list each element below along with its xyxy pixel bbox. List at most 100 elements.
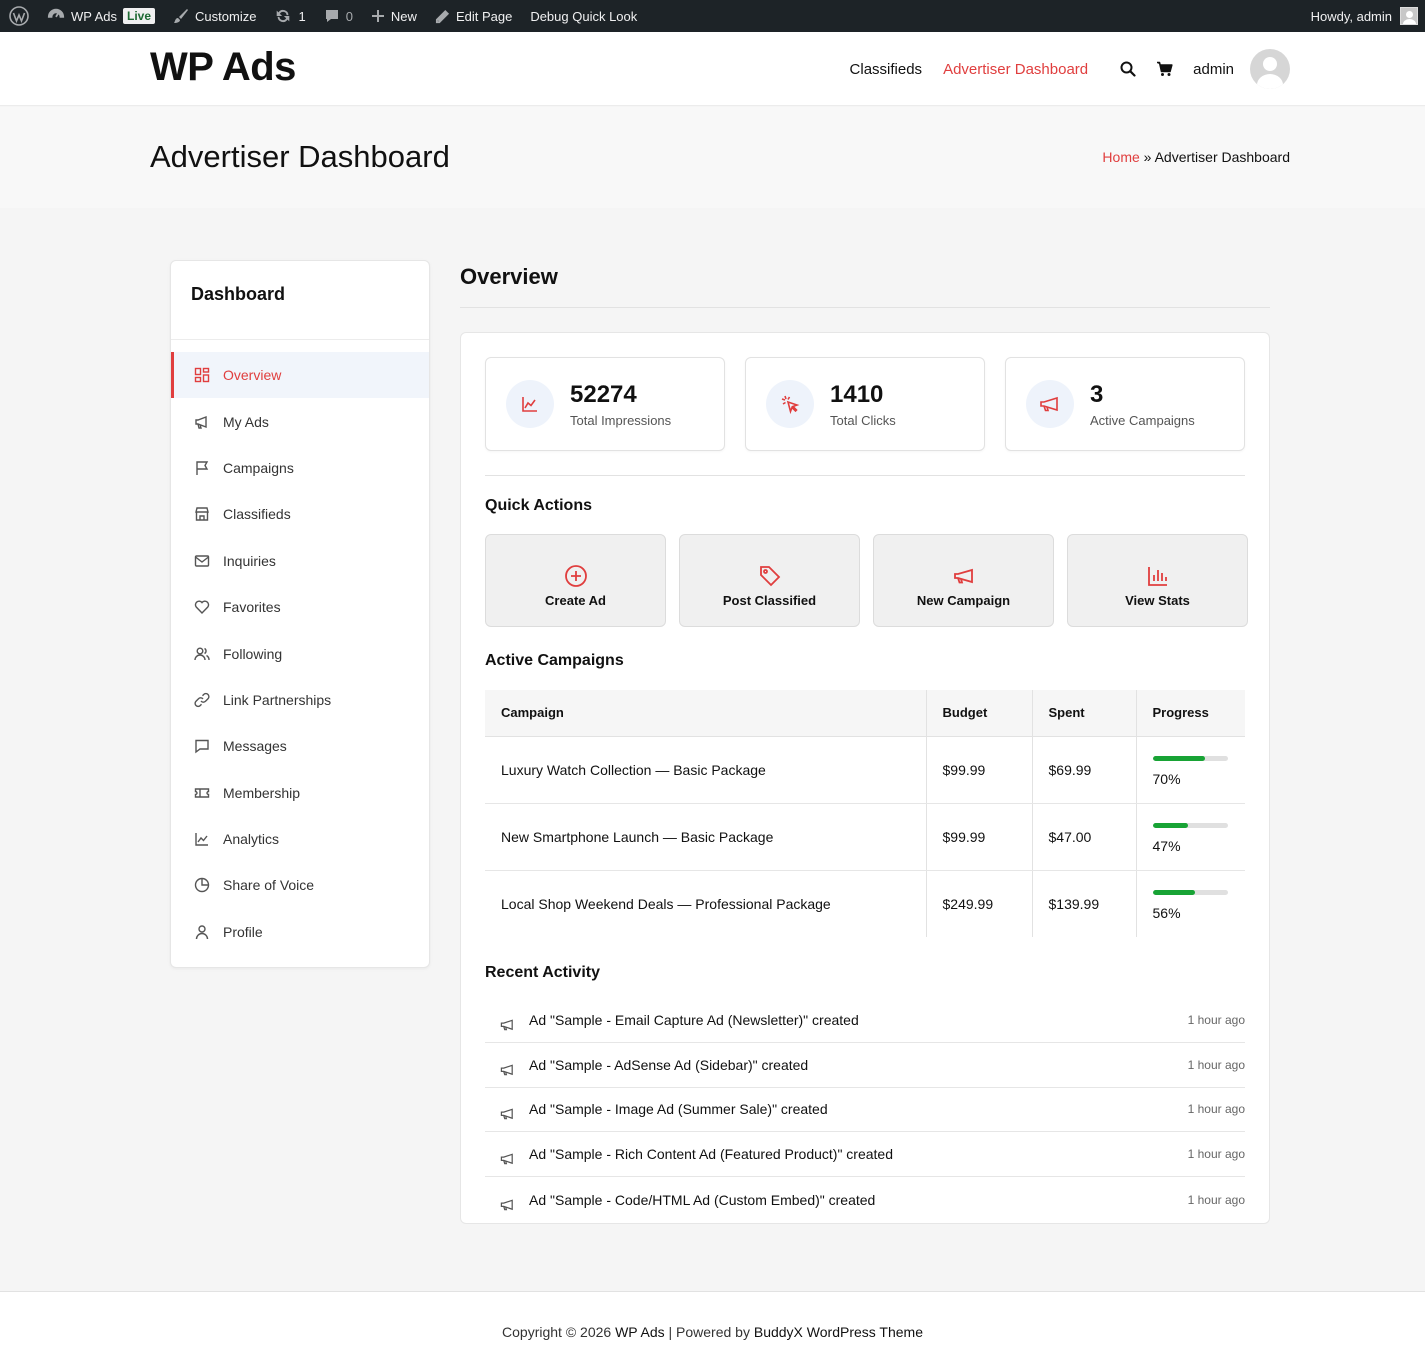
sidebar-item-following[interactable]: Following (171, 630, 429, 676)
edit-page-link[interactable]: Edit Page (426, 0, 521, 32)
activity-text: Ad "Sample - AdSense Ad (Sidebar)" creat… (529, 1056, 809, 1073)
my-account-menu[interactable]: Howdy, admin (1311, 7, 1425, 25)
megaphone-icon (500, 1064, 513, 1075)
site-title[interactable]: WP Ads (150, 45, 296, 90)
sidebar-menu: Overview My Ads Campaigns Classifieds In… (171, 352, 429, 955)
campaign-spent: $69.99 (1032, 736, 1137, 804)
activity-text: Ad "Sample - Email Capture Ad (Newslette… (529, 1011, 859, 1028)
message-icon (195, 740, 209, 754)
campaign-name: Luxury Watch Collection — Basic Package (485, 736, 927, 804)
activity-text: Ad "Sample - Image Ad (Summer Sale)" cre… (529, 1101, 828, 1118)
debug-quick-look-link[interactable]: Debug Quick Look (521, 0, 646, 32)
bar-chart-icon (1147, 566, 1167, 586)
sidebar-item-favorites[interactable]: Favorites (171, 584, 429, 630)
powered-by-text: | Powered by (668, 1324, 750, 1340)
wordpress-logo-icon[interactable] (0, 0, 38, 32)
megaphone-icon (500, 1108, 513, 1120)
site-header: WP Ads Classifieds Advertiser Dashboard … (0, 32, 1425, 106)
campaigns-table: Campaign Budget Spent Progress Luxury Wa… (485, 690, 1245, 937)
breadcrumb: Home » Advertiser Dashboard (1102, 149, 1290, 165)
customize-link[interactable]: Customize (164, 0, 265, 32)
dashboard-sidebar: Dashboard Overview My Ads Campaigns Clas… (170, 260, 430, 968)
column-header-progress[interactable]: Progress (1136, 690, 1245, 737)
sidebar-item-share-of-voice[interactable]: Share of Voice (171, 862, 429, 908)
mail-icon (194, 555, 210, 567)
megaphone-icon (1026, 380, 1074, 428)
sidebar-item-label: Favorites (223, 599, 281, 616)
list-item: Ad "Sample - AdSense Ad (Sidebar)" creat… (485, 1043, 1245, 1088)
sidebar-item-inquiries[interactable]: Inquiries (171, 538, 429, 584)
table-row: New Smartphone Launch — Basic Package $9… (485, 803, 1245, 871)
progress-fill (1152, 890, 1195, 896)
view-stats-button[interactable]: View Stats (1067, 534, 1248, 627)
edit-page-label: Edit Page (455, 8, 513, 24)
megaphone-icon (195, 415, 207, 429)
footer-theme-link[interactable]: BuddyX WordPress Theme (754, 1324, 923, 1340)
nav-classifieds[interactable]: Classifieds (850, 61, 923, 78)
breadcrumb-home-link[interactable]: Home (1102, 149, 1139, 165)
comments-count: 0 (345, 8, 353, 24)
cursor-click-icon (766, 380, 814, 428)
quick-actions-title: Quick Actions (485, 497, 592, 514)
quick-actions: Create Ad Post Classified New Campaign V… (485, 534, 1248, 627)
sidebar-item-membership[interactable]: Membership (171, 770, 429, 816)
page-title-bar: Advertiser Dashboard Home » Advertiser D… (0, 107, 1425, 208)
sidebar-item-classifieds[interactable]: Classifieds (171, 491, 429, 537)
column-header-budget[interactable]: Budget (926, 690, 1033, 737)
updates-link[interactable]: 1 (265, 0, 314, 32)
activity-time: 1 hour ago (1187, 1012, 1245, 1027)
progress-fill (1152, 756, 1205, 761)
link-icon (194, 692, 210, 707)
footer-site-link[interactable]: WP Ads (615, 1324, 665, 1340)
create-ad-button[interactable]: Create Ad (485, 534, 666, 627)
sidebar-item-profile[interactable]: Profile (171, 909, 429, 955)
progress-bar (1152, 823, 1228, 828)
sidebar-item-label: Share of Voice (223, 877, 315, 894)
cart-icon[interactable] (1156, 61, 1173, 77)
sidebar-item-analytics[interactable]: Analytics (171, 816, 429, 862)
sidebar-item-campaigns[interactable]: Campaigns (171, 445, 429, 491)
overview-title: Overview (460, 260, 1270, 308)
sidebar-item-messages[interactable]: Messages (171, 723, 429, 769)
chart-line-icon (506, 380, 554, 428)
campaign-budget: $99.99 (926, 803, 1033, 871)
new-content-link[interactable]: New (362, 0, 426, 32)
overview-panel: 52274 Total Impressions 1410 Total Click… (460, 332, 1270, 1224)
post-classified-button[interactable]: Post Classified (679, 534, 860, 627)
new-campaign-button[interactable]: New Campaign (873, 534, 1054, 627)
stat-value: 3 (1090, 380, 1104, 408)
sidebar-heading: Dashboard (171, 261, 429, 340)
page-title: Advertiser Dashboard (150, 139, 450, 174)
sidebar-item-label: Messages (223, 738, 287, 755)
sidebar-item-overview[interactable]: Overview (171, 352, 429, 399)
column-header-spent[interactable]: Spent (1032, 690, 1137, 737)
flag-icon (196, 461, 209, 475)
sidebar-item-my-ads[interactable]: My Ads (171, 398, 429, 444)
column-header-campaign[interactable]: Campaign (485, 690, 927, 737)
plus-circle-icon (564, 564, 587, 587)
list-item: Ad "Sample - Code/HTML Ad (Custom Embed)… (485, 1177, 1245, 1222)
site-name-menu[interactable]: WP Ads Live (38, 0, 164, 32)
comments-link[interactable]: 0 (315, 0, 362, 32)
admin-bar-avatar (1400, 7, 1418, 25)
stat-card-clicks: 1410 Total Clicks (745, 357, 985, 451)
sidebar-item-label: Campaigns (223, 459, 294, 476)
activity-time: 1 hour ago (1187, 1192, 1245, 1207)
active-campaigns-title: Active Campaigns (485, 652, 624, 669)
avatar[interactable] (1250, 49, 1290, 89)
campaign-name: New Smartphone Launch — Basic Package (485, 803, 927, 871)
user-menu-name[interactable]: admin (1193, 61, 1234, 78)
tag-icon (759, 565, 780, 586)
divider (485, 475, 1245, 476)
sidebar-item-label: My Ads (223, 413, 269, 430)
copyright-text: Copyright © 2026 (502, 1324, 612, 1340)
search-icon[interactable] (1120, 61, 1136, 77)
sidebar-item-link-partnerships[interactable]: Link Partnerships (171, 677, 429, 723)
progress-text: 70% (1152, 771, 1181, 787)
site-name: WP Ads (71, 8, 118, 24)
stat-value: 1410 (830, 380, 884, 408)
howdy-text: Howdy, admin (1310, 8, 1392, 24)
customize-label: Customize (195, 8, 257, 24)
nav-advertiser-dashboard[interactable]: Advertiser Dashboard (943, 61, 1088, 78)
campaign-budget: $249.99 (926, 870, 1033, 937)
